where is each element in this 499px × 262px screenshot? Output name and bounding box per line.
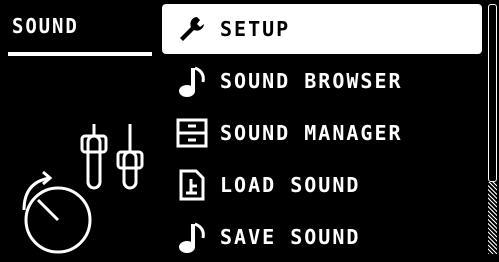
main-menu: SETUP SOUND BROWSER SOUND MANAGER LOAD S… xyxy=(162,4,482,254)
menu-item-sound-browser[interactable]: SOUND BROWSER xyxy=(162,56,482,106)
knob-icon xyxy=(22,170,92,254)
menu-item-label: SETUP xyxy=(220,17,291,41)
page-title: SOUND xyxy=(12,14,79,38)
music-note-icon xyxy=(170,217,214,257)
menu-item-setup[interactable]: SETUP xyxy=(162,4,482,54)
menu-item-label: SOUND BROWSER xyxy=(220,69,403,93)
menu-item-save-sound[interactable]: SAVE SOUND xyxy=(162,212,482,262)
music-note-icon xyxy=(170,61,214,101)
wrench-icon xyxy=(170,9,214,49)
drawer-icon xyxy=(170,113,214,153)
scrollbar[interactable] xyxy=(488,4,497,254)
scrollbar-track-hatched xyxy=(488,182,497,254)
menu-item-label: SAVE SOUND xyxy=(220,225,361,249)
load-file-icon xyxy=(170,165,214,205)
menu-item-label: SOUND MANAGER xyxy=(220,121,403,145)
title-underline xyxy=(8,52,152,56)
menu-item-label: LOAD SOUND xyxy=(220,173,361,197)
menu-item-load-sound[interactable]: LOAD SOUND xyxy=(162,160,482,210)
scrollbar-thumb[interactable] xyxy=(488,4,497,182)
menu-item-sound-manager[interactable]: SOUND MANAGER xyxy=(162,108,482,158)
